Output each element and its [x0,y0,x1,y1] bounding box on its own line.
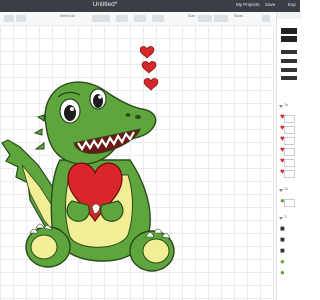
redo-icon[interactable] [16,15,26,22]
more-icon[interactable] [262,15,270,22]
layer-thumb-icon[interactable] [281,36,297,42]
select-all-label[interactable]: Select All [60,14,75,18]
layer-group-label: Ta [284,103,288,107]
width-field[interactable] [198,15,212,22]
layer-group-label: Ti [284,215,287,219]
flip-dropdown[interactable] [152,15,164,22]
my-projects-link[interactable]: My Projects [236,2,260,7]
edit-dropdown[interactable] [92,15,110,22]
layer-color-swatch[interactable] [284,115,295,123]
layer-thumb-icon[interactable] [281,59,297,63]
layer-thumb-icon[interactable] [281,68,297,72]
chevron-down-icon[interactable] [279,217,283,220]
layer-icon: ■ [280,235,285,244]
chevron-down-icon[interactable] [279,105,283,108]
height-field[interactable] [214,15,228,22]
document-title: Untitled* [92,1,118,8]
layer-thumb-icon[interactable] [281,50,297,54]
layer-icon: ● [280,257,285,266]
size-label: Size [188,14,195,18]
layer-color-swatch[interactable] [284,170,295,178]
undo-icon[interactable] [4,15,14,22]
layer-thumb-icon[interactable] [281,28,297,34]
layers-panel: Ta ♥ ♥ ♥ ♥ ♥ ♥ Ta ● Ti ■ ■ ■ ● ● [276,12,301,300]
crocodile-artwork[interactable] [0,25,274,300]
edit-toolbar: Select All Size Show [0,12,274,26]
layer-color-swatch[interactable] [284,159,295,167]
export-button[interactable]: Exp [288,2,296,7]
panel-tabs[interactable] [277,12,301,19]
layer-color-swatch[interactable] [284,126,295,134]
layer-icon: ■ [280,246,285,255]
chevron-down-icon[interactable] [279,189,283,192]
app-header: Untitled* My Projects Save Exp [0,0,300,12]
layer-icon: ■ [280,224,285,233]
layer-color-swatch[interactable] [284,199,295,207]
layer-thumb-icon[interactable] [281,76,297,80]
save-button[interactable]: Save [265,2,275,7]
layer-color-swatch[interactable] [284,137,295,145]
arrange-dropdown[interactable] [134,15,146,22]
layer-color-swatch[interactable] [284,148,295,156]
layer-group-label: Ta [284,187,288,191]
layer-icon: ● [280,268,285,277]
show-dropdown[interactable]: Show [234,14,243,18]
align-dropdown[interactable] [116,15,128,22]
